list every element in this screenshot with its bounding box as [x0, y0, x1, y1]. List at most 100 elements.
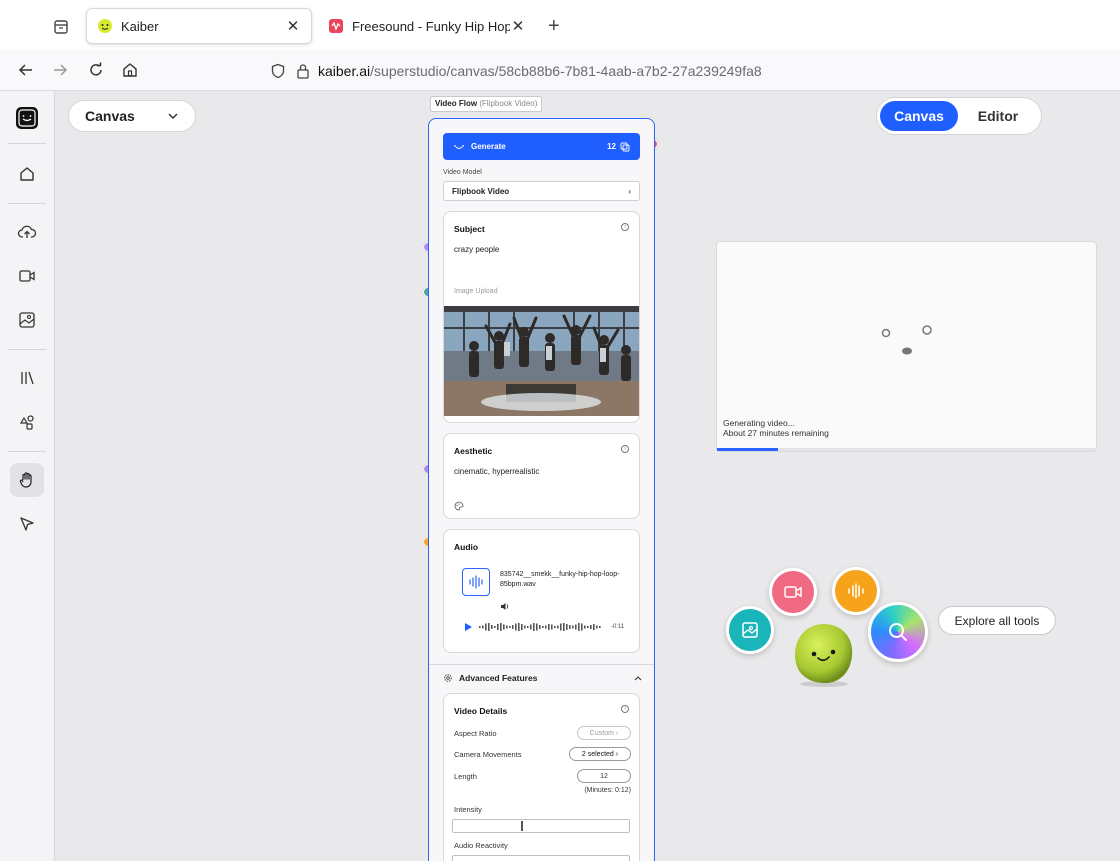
app-sidebar: [0, 91, 55, 861]
video-model-value: Flipbook Video: [452, 186, 510, 196]
explore-all-tools-button[interactable]: Explore all tools: [938, 606, 1056, 635]
close-icon[interactable]: ✕: [510, 17, 526, 35]
length-input[interactable]: 12: [577, 769, 631, 783]
aesthetic-title: Aesthetic: [454, 446, 493, 456]
waveform-bar: [575, 624, 577, 630]
forward-icon[interactable]: [48, 58, 72, 82]
aspect-ratio-select[interactable]: Custom ›: [577, 726, 631, 740]
preview-status-text: Generating video...: [723, 418, 795, 428]
shield-icon[interactable]: [270, 63, 286, 79]
slider-handle[interactable]: [521, 821, 523, 831]
play-icon[interactable]: [464, 622, 473, 632]
freesound-favicon-icon: [328, 18, 344, 34]
waveform-bar: [491, 625, 493, 629]
waveform-bar: [494, 626, 496, 628]
pointer-tool-icon[interactable]: [10, 507, 44, 541]
waveform-bar: [530, 624, 532, 630]
waveform-bar: [509, 626, 511, 628]
flow-label: Video Flow (Flipbook Video): [430, 96, 543, 112]
waveform-bar: [551, 624, 553, 630]
reload-icon[interactable]: [84, 58, 108, 82]
tab-title: Freesound - Funky Hip Hop Loo: [352, 18, 510, 34]
generate-button[interactable]: Generate 12: [443, 133, 640, 160]
tab-overview-icon[interactable]: [52, 19, 70, 35]
subject-text[interactable]: crazy people: [454, 245, 499, 254]
preview-remaining-text: About 27 minutes remaining: [723, 428, 829, 438]
audio-file-name: 835742__smekk__funky-hip-hop-loop-85bpm.…: [500, 571, 620, 588]
home-icon[interactable]: [118, 58, 142, 82]
image-icon[interactable]: [10, 303, 44, 337]
image-tool-button[interactable]: [726, 606, 774, 654]
url-bar[interactable]: kaiber.ai/superstudio/canvas/58cb88b6-7b…: [270, 56, 1110, 86]
waveform-bar: [566, 624, 568, 630]
volume-icon[interactable]: [500, 602, 510, 611]
new-tab-icon[interactable]: +: [548, 15, 560, 38]
hand-tool-icon[interactable]: [10, 463, 44, 497]
video-tool-button[interactable]: [769, 568, 817, 616]
audio-reactivity-slider[interactable]: [452, 855, 630, 861]
audio-tool-button[interactable]: [832, 567, 880, 615]
waveform-bar: [533, 623, 535, 631]
advanced-features-label: Advanced Features: [459, 672, 538, 683]
close-icon[interactable]: ✕: [285, 17, 301, 35]
credits-icon: [620, 142, 630, 152]
audio-waveform[interactable]: [479, 622, 605, 632]
kaiber-logo-icon[interactable]: [10, 101, 44, 135]
info-icon[interactable]: i: [621, 705, 629, 713]
search-tool-button[interactable]: [868, 602, 928, 662]
waveform-bar: [572, 625, 574, 629]
sidebar-home-icon[interactable]: [10, 157, 44, 191]
kaiber-mascot[interactable]: [790, 620, 858, 688]
waveform-bar: [479, 626, 481, 628]
subject-card: Subject i crazy people Image Upload: [443, 211, 640, 423]
waveform-bar: [548, 624, 550, 630]
url-host: kaiber.ai: [318, 63, 371, 79]
aspect-ratio-label: Aspect Ratio: [454, 729, 497, 738]
shapes-icon[interactable]: [10, 405, 44, 439]
chevron-down-icon: [167, 112, 179, 120]
audio-reactivity-label: Audio Reactivity: [454, 841, 508, 850]
aesthetic-text[interactable]: cinematic, hyperrealistic: [454, 467, 539, 476]
video-flow-panel: Generate 12 Video Model Flipbook Video ›…: [428, 118, 655, 861]
waveform-bar: [593, 624, 595, 630]
upload-cloud-icon[interactable]: [10, 215, 44, 249]
tab-freesound[interactable]: Freesound - Funky Hip Hop Loo ✕: [318, 8, 536, 44]
waveform-bar: [554, 626, 556, 628]
generate-credits: 12: [607, 142, 616, 151]
waveform-bar: [503, 624, 505, 630]
chevron-up-icon: [634, 675, 642, 681]
waveform-bar: [500, 623, 502, 631]
video-camera-icon[interactable]: [10, 259, 44, 293]
url-path: /superstudio/canvas/58cb88b6-7b81-4aab-a…: [370, 63, 762, 79]
sidebar-divider: [8, 349, 46, 350]
flow-label-subtitle: (Flipbook Video): [479, 99, 538, 108]
back-icon[interactable]: [14, 58, 38, 82]
generate-label: Generate: [471, 142, 506, 151]
aspect-ratio-value: Custom: [589, 729, 614, 737]
camera-movements-select[interactable]: 2 selected ›: [569, 747, 631, 761]
tab-title: Kaiber: [121, 18, 159, 34]
info-icon[interactable]: i: [621, 223, 629, 231]
canvas-dropdown[interactable]: Canvas: [68, 100, 196, 132]
waveform-bar: [557, 625, 559, 629]
video-model-select[interactable]: Flipbook Video ›: [443, 181, 640, 201]
waveform-bar: [584, 625, 586, 629]
mode-toggle: Canvas Editor: [876, 97, 1042, 135]
library-icon[interactable]: [10, 361, 44, 395]
waveform-bar: [587, 626, 589, 628]
advanced-features-toggle[interactable]: Advanced Features: [429, 664, 654, 690]
waveform-bar: [563, 623, 565, 631]
subject-image[interactable]: [444, 306, 639, 416]
mode-editor-button[interactable]: Editor: [958, 101, 1038, 131]
waveform-bar: [527, 626, 529, 628]
progress-bar-fill: [717, 448, 778, 451]
palette-icon[interactable]: [454, 501, 464, 511]
kaiber-favicon-icon: [97, 18, 113, 34]
intensity-slider[interactable]: [452, 819, 630, 833]
info-icon[interactable]: i: [621, 445, 629, 453]
sidebar-divider: [8, 451, 46, 452]
tab-kaiber[interactable]: Kaiber ✕: [86, 8, 312, 44]
mode-canvas-button[interactable]: Canvas: [880, 101, 958, 131]
video-preview-card[interactable]: Generating video... About 27 minutes rem…: [716, 241, 1098, 452]
intensity-label: Intensity: [454, 805, 482, 814]
